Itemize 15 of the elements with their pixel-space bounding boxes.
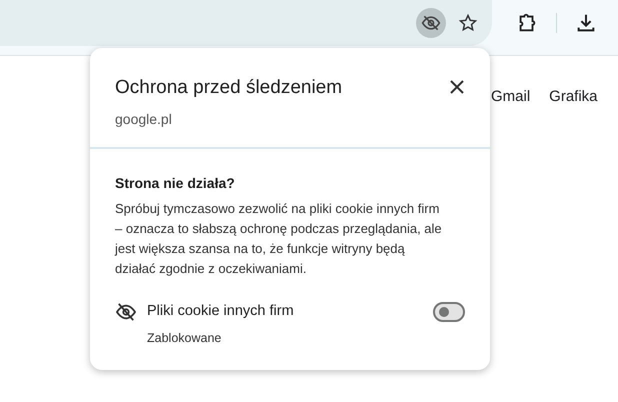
- page-link[interactable]: Grafika: [549, 86, 598, 108]
- popup-title: Ochrona przed śledzeniem: [115, 76, 342, 100]
- description-text: Spróbuj tymczasowo zezwolić na pliki cookie innych firm – oznacza to słabszą ochronę podczas przeglądania, ale jest większa szansa na to, że funkcje witryny będą działać zgodnie z oczekiwaniami.: [115, 200, 443, 278]
- download-icon[interactable]: [575, 12, 597, 34]
- bookmark-star-icon[interactable]: [458, 13, 478, 33]
- eye-slash-icon: [115, 303, 137, 321]
- site-name: google.pl: [115, 110, 173, 129]
- close-button[interactable]: [448, 78, 466, 96]
- eye-slash-icon: [421, 13, 441, 33]
- setting-status: Zablokowane: [147, 330, 222, 347]
- page-link[interactable]: Gmail: [491, 86, 530, 108]
- section-heading: Strona nie działa?: [115, 174, 236, 193]
- toggle-switch[interactable]: [433, 302, 465, 322]
- setting-label: Pliki cookie innych firm: [147, 302, 295, 321]
- tracking-protection-button[interactable]: [416, 8, 446, 38]
